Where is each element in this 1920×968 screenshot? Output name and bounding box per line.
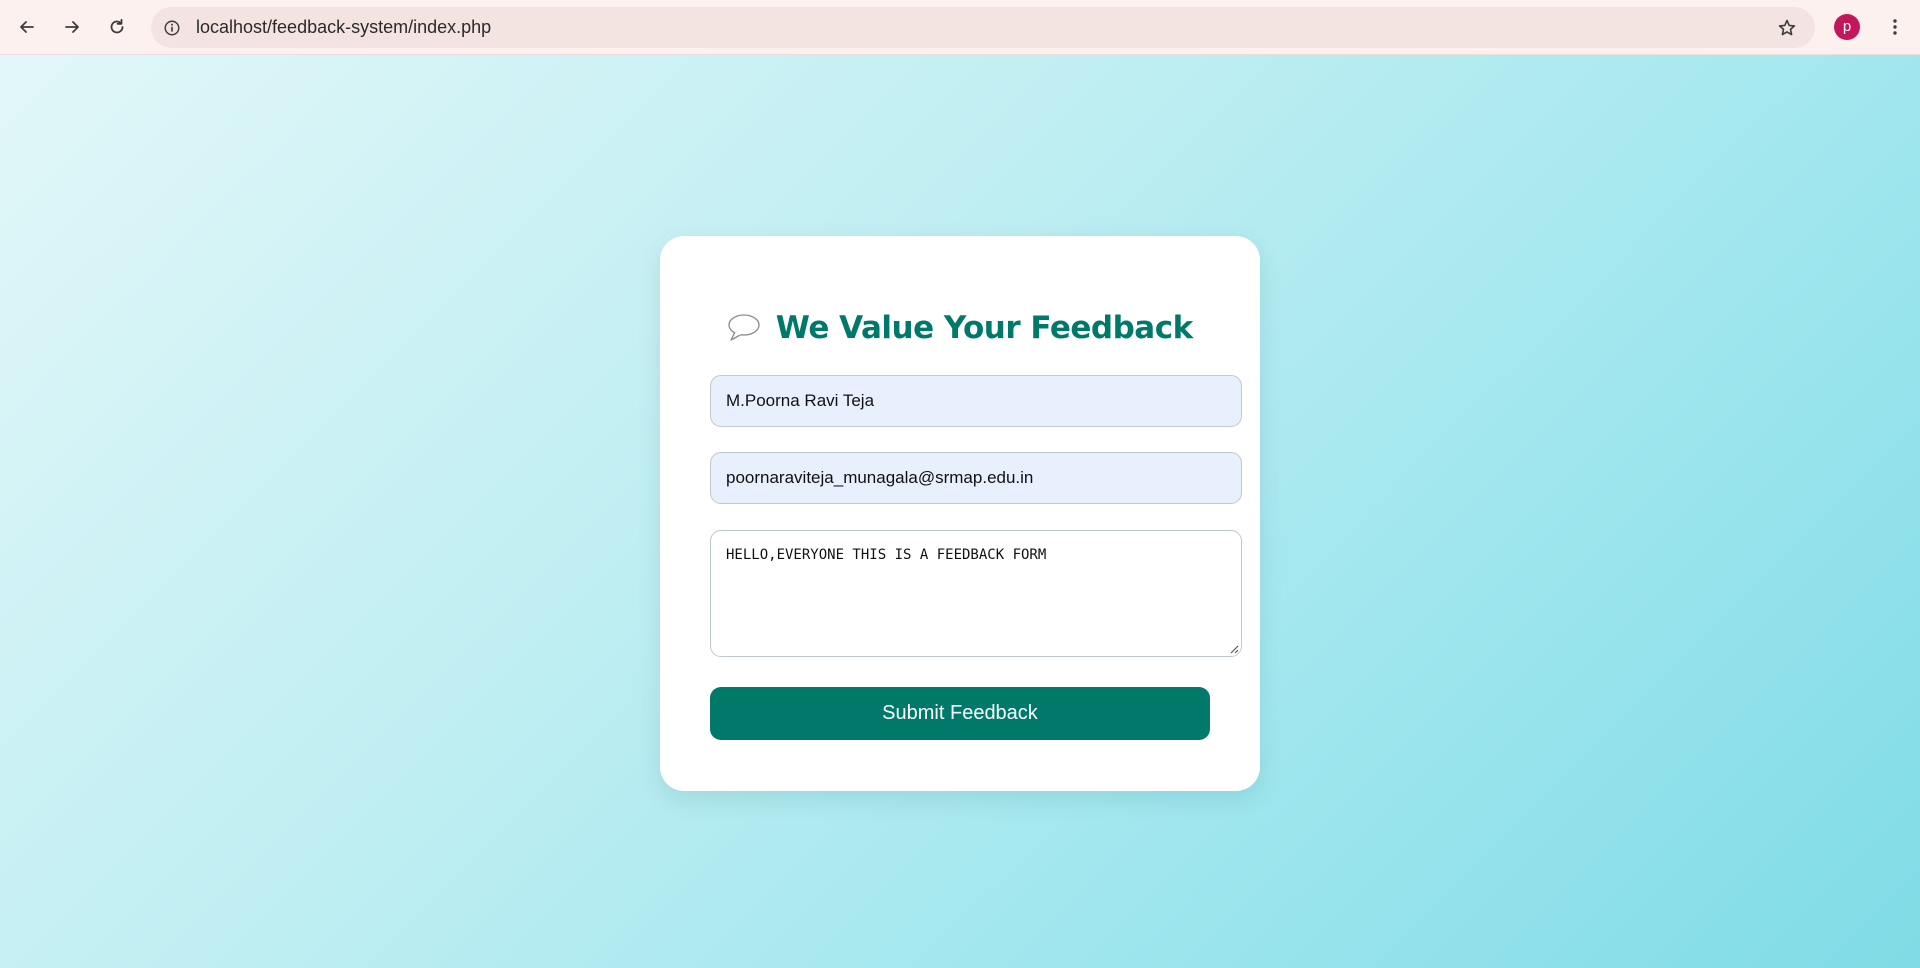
kebab-menu-icon[interactable] [1880, 9, 1910, 45]
arrow-right-icon [65, 21, 79, 33]
back-button[interactable] [9, 9, 45, 45]
resize-handle-icon[interactable] [1229, 644, 1239, 654]
title-row: We Value Your Feedback [660, 310, 1260, 350]
name-input[interactable] [710, 375, 1242, 427]
message-textarea[interactable]: HELLO,EVERYONE THIS IS A FEEDBACK FORM [710, 530, 1242, 657]
reload-button[interactable] [99, 9, 135, 45]
speech-bubble-icon [727, 313, 761, 343]
submit-feedback-button[interactable]: Submit Feedback [710, 687, 1210, 740]
forward-button[interactable] [54, 9, 90, 45]
address-bar[interactable]: localhost/feedback-system/index.php [151, 7, 1815, 48]
feedback-card: We Value Your Feedback HELLO,EVERYONE TH… [660, 236, 1260, 791]
browser-toolbar: localhost/feedback-system/index.php p [0, 0, 1920, 55]
profile-avatar[interactable]: p [1834, 14, 1860, 40]
url-text[interactable]: localhost/feedback-system/index.php [196, 7, 491, 48]
star-icon[interactable] [1775, 16, 1799, 40]
page-title: We Value Your Feedback [775, 310, 1193, 346]
info-icon[interactable] [160, 16, 184, 40]
arrow-left-icon [20, 21, 34, 33]
reload-icon [110, 18, 124, 34]
email-input[interactable] [710, 452, 1242, 504]
page-viewport: We Value Your Feedback HELLO,EVERYONE TH… [0, 55, 1920, 968]
